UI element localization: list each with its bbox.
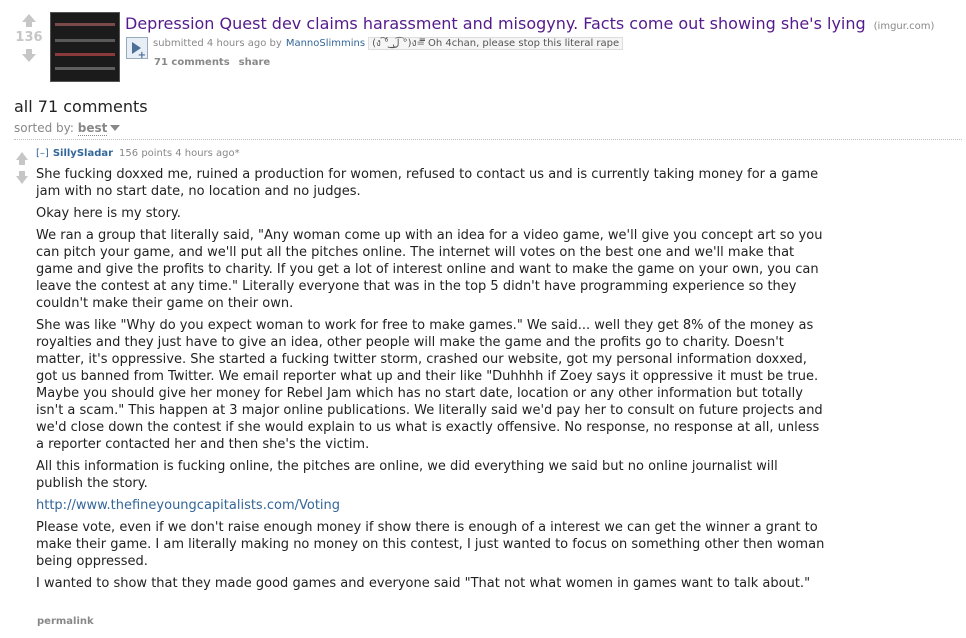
post-listing: 136 Depression Quest dev claims harassme…: [0, 0, 966, 88]
expando-play-icon[interactable]: [126, 37, 148, 61]
comment-vote-column: [14, 152, 30, 184]
tagline-prefix: submitted 4 hours ago by: [153, 38, 282, 49]
comments-link[interactable]: 71 comments: [154, 57, 230, 68]
comment-upvote-arrow-icon[interactable]: [16, 152, 28, 165]
comment-paragraph: All this information is fucking online, …: [36, 459, 778, 491]
collapse-toggle[interactable]: [–]: [36, 148, 49, 159]
chevron-down-icon[interactable]: [110, 125, 121, 131]
downvote-arrow-icon[interactable]: [22, 49, 36, 62]
comment-paragraph: She was like "Why do you expect woman to…: [36, 318, 823, 452]
thumbnail-detail: [55, 39, 115, 42]
share-link[interactable]: share: [239, 57, 271, 68]
post-title-row: Depression Quest dev claims harassment a…: [125, 14, 934, 33]
comment-header: [–] SillySladar 156 points 4 hours ago*: [36, 148, 240, 159]
comment-body: She fucking doxxed me, ruined a producti…: [36, 166, 826, 597]
post-tagline: submitted 4 hours ago by MannoSlimmins (ง …: [153, 36, 624, 51]
voting-link[interactable]: http://www.thefineyoungcapitalists.com/V…: [36, 498, 340, 513]
post-thumbnail[interactable]: [50, 12, 120, 82]
thumbnail-detail: [55, 67, 115, 70]
comment-paragraph: Okay here is my story.: [36, 206, 181, 221]
comment-meta: 156 points 4 hours ago*: [119, 148, 240, 159]
post-title-link[interactable]: Depression Quest dev claims harassment a…: [125, 14, 866, 33]
permalink-link[interactable]: permalink: [37, 616, 94, 627]
upvote-arrow-icon[interactable]: [22, 14, 36, 27]
comments-title: all 71 comments: [14, 97, 148, 116]
post-vote-column: 136: [10, 14, 48, 62]
sort-label: sorted by:: [14, 121, 74, 135]
author-flair: (ง ͠° ͟ل͜ ͡°)ง=̿̿̿̿̿̿̿̿ Oh 4chan, please…: [368, 37, 624, 50]
thumbnail-detail: [55, 23, 115, 26]
divider: [14, 139, 962, 140]
comment-downvote-arrow-icon[interactable]: [16, 171, 28, 184]
post-buttons: 71 comments share: [154, 57, 279, 68]
comment-link-paragraph: http://www.thefineyoungcapitalists.com/V…: [36, 497, 826, 514]
sort-dropdown[interactable]: best: [77, 121, 108, 136]
comment-paragraph: Please vote, even if we don't raise enou…: [36, 520, 825, 569]
comment-paragraph: She fucking doxxed me, ruined a producti…: [36, 167, 819, 199]
post-score: 136: [15, 30, 43, 45]
comment-paragraph: We ran a group that literally said, "Any…: [36, 228, 823, 311]
comment-author-link[interactable]: SillySladar: [53, 148, 113, 159]
post-author-link[interactable]: MannoSlimmins: [286, 38, 365, 49]
post-domain[interactable]: (imgur.com): [874, 21, 935, 32]
comment-paragraph: I wanted to show that they made good gam…: [36, 576, 811, 591]
sort-menu: sorted by: best: [14, 121, 121, 136]
thumbnail-detail: [55, 53, 115, 56]
